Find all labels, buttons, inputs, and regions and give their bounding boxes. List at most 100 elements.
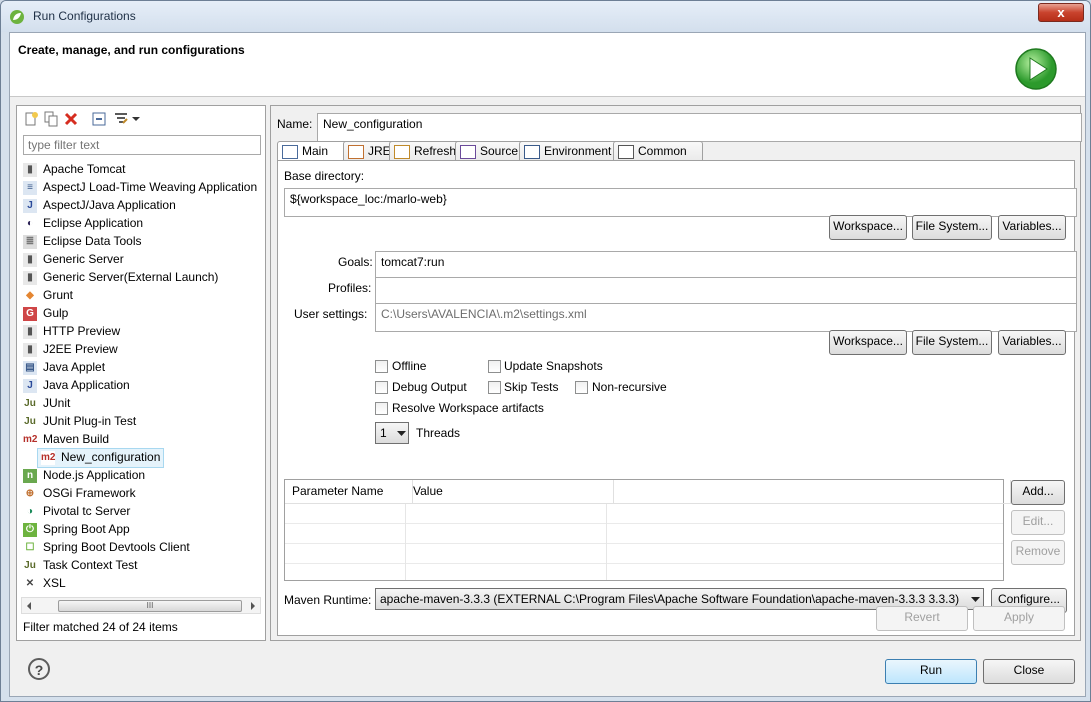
tree-item[interactable]: ◆ Grunt (23, 286, 73, 304)
debug-output-checkbox[interactable] (375, 381, 388, 394)
close-button[interactable]: Close (983, 659, 1075, 684)
add-parameter-button[interactable]: Add... (1011, 480, 1065, 505)
tree-item[interactable]: G Gulp (23, 304, 68, 322)
tree-item[interactable]: ≡ AspectJ Load-Time Weaving Application (23, 178, 257, 196)
server-icon: ▮ (23, 252, 37, 267)
scroll-right-icon[interactable] (248, 601, 258, 611)
table-row[interactable] (285, 524, 1003, 544)
table-row[interactable] (285, 544, 1003, 564)
configuration-tree: ▮ Apache Tomcat ≡ AspectJ Load-Time Weaving… (17, 160, 265, 596)
tree-item[interactable]: ⊕ OSGi Framework (23, 484, 136, 502)
scrollbar-thumb[interactable]: III (58, 600, 242, 612)
settings-file-system-button[interactable]: File System... (912, 330, 992, 355)
skip-tests-checkbox[interactable] (488, 381, 501, 394)
threads-label: Threads (416, 426, 461, 440)
profiles-input[interactable] (375, 277, 1077, 306)
update-snapshots-checkbox[interactable] (488, 360, 501, 373)
run-configurations-window: Run Configurations x Create, manage, and… (0, 0, 1091, 702)
base-workspace-button[interactable]: Workspace... (829, 215, 907, 240)
settings-workspace-button[interactable]: Workspace... (829, 330, 907, 355)
tree-item[interactable]: ▤ Java Applet (23, 358, 105, 376)
tree-item[interactable]: ✕ XSL (23, 574, 66, 592)
tree-item[interactable]: ◐ Eclipse Application (23, 214, 143, 232)
tree-item[interactable]: ≣ Eclipse Data Tools (23, 232, 142, 250)
tree-item[interactable]: Ju JUnit (23, 394, 70, 412)
gulp-icon: G (23, 306, 37, 321)
tree-item-new-configuration[interactable]: m2 New_configuration (37, 448, 165, 468)
tab-source[interactable]: Source (455, 141, 525, 162)
tree-item[interactable]: n Node.js Application (23, 466, 145, 484)
refresh-icon (394, 144, 410, 159)
filter-icon[interactable] (113, 111, 129, 127)
non-recursive-checkbox[interactable] (575, 381, 588, 394)
offline-checkbox[interactable] (375, 360, 388, 373)
delete-icon[interactable] (63, 111, 79, 127)
tree-item-label: AspectJ/Java Application (43, 198, 176, 212)
goals-input[interactable]: tomcat7:run (375, 251, 1077, 280)
resolve-workspace-label: Resolve Workspace artifacts (392, 401, 544, 415)
user-settings-label: User settings: (294, 307, 368, 321)
database-icon: ≣ (23, 234, 37, 249)
dropdown-arrow-icon[interactable] (131, 111, 141, 127)
threads-select[interactable]: 1 (375, 422, 409, 444)
table-row[interactable] (285, 504, 1003, 524)
apply-button[interactable]: Apply (973, 606, 1065, 631)
tab-common[interactable]: Common (613, 141, 703, 162)
base-directory-input[interactable]: ${workspace_loc:/marlo-web} (284, 188, 1077, 217)
tree-item-label: Pivotal tc Server (43, 504, 131, 518)
environment-icon (524, 144, 540, 159)
title-bar[interactable]: Run Configurations x (1, 1, 1090, 32)
header-title: Create, manage, and run configurations (18, 43, 245, 57)
common-icon (618, 144, 634, 159)
run-button[interactable]: Run (885, 659, 977, 684)
column-header-parameter-name[interactable]: Parameter Name (285, 480, 413, 504)
tree-item-label: New_configuration (61, 450, 161, 464)
column-divider (606, 504, 607, 580)
tab-label: Common (638, 144, 687, 158)
filter-input[interactable] (23, 135, 261, 155)
base-variables-button[interactable]: Variables... (998, 215, 1066, 240)
tab-jre[interactable]: JRE (343, 141, 395, 162)
tab-environment[interactable]: Environment (519, 141, 619, 162)
duplicate-icon[interactable] (43, 111, 59, 127)
user-settings-input[interactable]: C:\Users\AVALENCIA\.m2\settings.xml (375, 303, 1077, 332)
tree-item[interactable]: Ju Task Context Test (23, 556, 138, 574)
goals-label: Goals: (338, 255, 373, 269)
column-header-value[interactable]: Value (406, 480, 614, 504)
tab-refresh[interactable]: Refresh (389, 141, 461, 162)
resolve-workspace-checkbox[interactable] (375, 402, 388, 415)
tree-item[interactable]: ▮ HTTP Preview (23, 322, 120, 340)
revert-button[interactable]: Revert (876, 606, 968, 631)
tree-item[interactable]: m2 Maven Build (23, 430, 109, 448)
help-icon[interactable]: ? (28, 658, 50, 680)
threads-dropdown-icon (397, 431, 406, 436)
window-close-button[interactable]: x (1038, 3, 1084, 22)
configuration-tree-panel: ▮ Apache Tomcat ≡ AspectJ Load-Time Weaving… (16, 105, 266, 641)
aj-icon: J (23, 198, 37, 213)
remove-parameter-button[interactable]: Remove (1011, 540, 1065, 565)
spring-leaf-icon (10, 10, 24, 24)
tree-item[interactable]: J AspectJ/Java Application (23, 196, 176, 214)
horizontal-scrollbar[interactable]: III (21, 597, 261, 614)
tree-item[interactable]: ▮ Apache Tomcat (23, 160, 126, 178)
tree-item[interactable]: ▮ Generic Server(External Launch) (23, 268, 218, 286)
base-file-system-button[interactable]: File System... (912, 215, 992, 240)
edit-parameter-button[interactable]: Edit... (1011, 510, 1065, 535)
profiles-label: Profiles: (328, 281, 372, 295)
tree-item[interactable]: ◑ Pivotal tc Server (23, 502, 130, 520)
tree-item[interactable]: ▮ J2EE Preview (23, 340, 118, 358)
collapse-all-icon[interactable] (91, 111, 107, 127)
new-config-icon[interactable] (23, 111, 39, 127)
tree-item-label: Apache Tomcat (43, 162, 126, 176)
tree-item[interactable]: ☐ Spring Boot Devtools Client (23, 538, 190, 556)
tree-item[interactable]: ▮ Generic Server (23, 250, 124, 268)
tree-item-label: JUnit Plug-in Test (43, 414, 137, 428)
name-input[interactable]: New_configuration (317, 113, 1082, 142)
server-icon: ▮ (23, 270, 37, 285)
scroll-left-icon[interactable] (24, 601, 34, 611)
tree-item-label: Eclipse Application (43, 216, 144, 230)
tree-item[interactable]: Ju JUnit Plug-in Test (23, 412, 136, 430)
settings-variables-button[interactable]: Variables... (998, 330, 1066, 355)
tree-item[interactable]: ⏻ Spring Boot App (23, 520, 130, 538)
tree-item[interactable]: J Java Application (23, 376, 130, 394)
